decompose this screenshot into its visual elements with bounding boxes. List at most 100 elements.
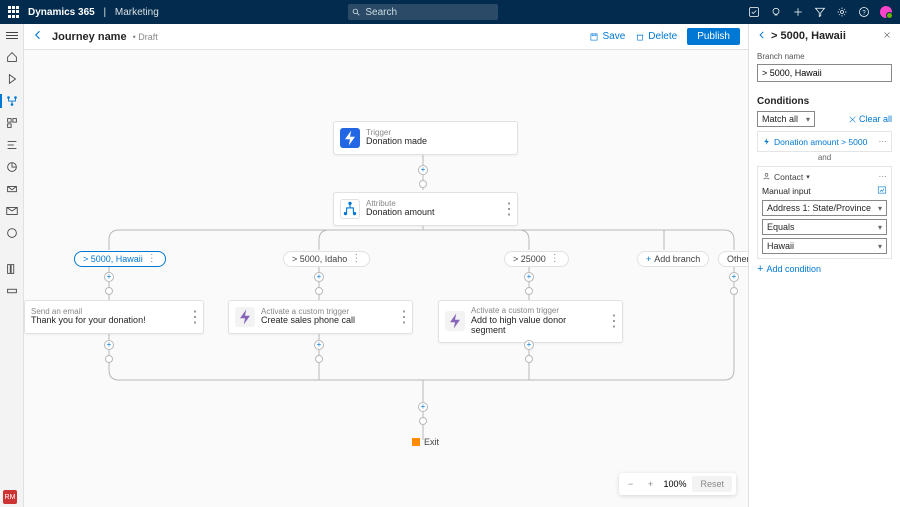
search-placeholder: Search — [365, 7, 397, 18]
nav-hamburger-icon[interactable] — [5, 28, 19, 42]
switch-input-mode-icon[interactable] — [877, 185, 887, 197]
condition-operator-dropdown[interactable]: Equals▾ — [762, 219, 887, 235]
record-status-chip: • Draft — [133, 32, 158, 42]
match-type-dropdown[interactable]: Match all▾ — [757, 111, 815, 127]
condition-more-icon[interactable]: ⋯ — [879, 171, 888, 182]
action-node-trigger-2[interactable]: Activate a custom triggerAdd to high val… — [438, 300, 623, 343]
zoom-in-button[interactable]: + — [643, 479, 657, 489]
branch-name-label: Branch name — [757, 52, 892, 61]
connector-end-dot — [315, 287, 323, 295]
connector-end-dot — [525, 355, 533, 363]
connector-end-dot — [419, 417, 427, 425]
add-step-button[interactable]: + — [729, 272, 739, 282]
add-step-button[interactable]: + — [524, 340, 534, 350]
node-more-icon[interactable]: ⋮ — [501, 199, 511, 219]
add-step-button[interactable]: + — [524, 272, 534, 282]
page-title: Journey name — [52, 31, 127, 43]
flow-connectors — [24, 50, 748, 507]
branch-name-input[interactable] — [757, 64, 892, 82]
condition-field-dropdown[interactable]: Address 1: State/Province▾ — [762, 200, 887, 216]
contact-icon — [762, 172, 771, 181]
branch-chip-other[interactable]: Other — [718, 251, 748, 267]
save-button[interactable]: Save — [589, 31, 625, 42]
global-top-bar: Dynamics 365 | Marketing Search ? — [0, 0, 900, 24]
exit-node: Exit — [412, 437, 439, 447]
add-branch-button[interactable]: +Add branch — [637, 251, 709, 267]
zoom-control: − + 100% Reset — [619, 473, 736, 495]
journey-canvas[interactable]: TriggerDonation made + AttributeDonation… — [24, 50, 748, 507]
branch-chip-3[interactable]: > 25000⋮ — [504, 251, 569, 267]
assist-icon[interactable] — [748, 6, 760, 18]
add-step-button[interactable]: + — [314, 272, 324, 282]
chevron-down-icon: ▾ — [878, 223, 882, 232]
back-button[interactable] — [32, 29, 44, 44]
trigger-node[interactable]: TriggerDonation made — [333, 121, 518, 155]
function-icon — [762, 137, 771, 146]
add-step-button[interactable]: + — [418, 402, 428, 412]
global-search-input[interactable]: Search — [348, 4, 498, 20]
chevron-down-icon: ▾ — [806, 173, 810, 181]
chevron-down-icon: ▾ — [878, 242, 882, 251]
action-node-trigger-1[interactable]: Activate a custom triggerCreate sales ph… — [228, 300, 413, 334]
app-launcher-icon[interactable] — [8, 6, 20, 18]
connector-end-dot — [105, 287, 113, 295]
panel-title: > 5000, Hawaii — [771, 30, 878, 42]
app-name: Dynamics 365 — [28, 7, 95, 18]
branch-chip-2[interactable]: > 5000, Idaho⋮ — [283, 251, 370, 267]
condition-group-1: Donation amount > 5000 ⋯ — [757, 131, 892, 152]
nav-more-icon[interactable] — [5, 284, 19, 298]
flag-icon — [412, 438, 420, 446]
add-step-button[interactable]: + — [314, 340, 324, 350]
nav-home-icon[interactable] — [5, 50, 19, 64]
connector-end-dot — [730, 287, 738, 295]
branch-icon — [340, 199, 360, 219]
node-more-icon[interactable]: ⋮ — [396, 307, 406, 327]
nav-analytics-icon[interactable] — [5, 160, 19, 174]
zoom-reset-button[interactable]: Reset — [692, 476, 732, 492]
chevron-down-icon: ▾ — [878, 204, 882, 213]
condition-value-dropdown[interactable]: Hawaii▾ — [762, 238, 887, 254]
nav-channel-icon[interactable] — [5, 182, 19, 196]
plus-icon[interactable] — [792, 6, 804, 18]
delete-button[interactable]: Delete — [635, 31, 677, 42]
help-icon[interactable]: ? — [858, 6, 870, 18]
app-area: Marketing — [115, 7, 159, 18]
lightning-icon — [340, 128, 360, 148]
nav-journeys-icon[interactable] — [5, 94, 19, 108]
panel-back-button[interactable] — [757, 30, 767, 42]
user-avatar[interactable] — [880, 6, 892, 18]
page-header: Journey name • Draft Save Delete Publish — [24, 24, 748, 50]
branch-chip-1[interactable]: > 5000, Hawaii⋮ — [74, 251, 166, 267]
add-step-button[interactable]: + — [104, 272, 114, 282]
settings-icon[interactable] — [836, 6, 848, 18]
lightbulb-icon[interactable] — [770, 6, 782, 18]
publish-button[interactable]: Publish — [687, 28, 740, 45]
and-label: and — [757, 153, 892, 162]
action-node-email[interactable]: Send an emailThank you for your donation… — [24, 300, 204, 334]
contact-label[interactable]: Contact — [774, 172, 803, 182]
zoom-out-button[interactable]: − — [623, 479, 637, 489]
trigger-icon — [235, 307, 255, 327]
condition-more-icon[interactable]: ⋯ — [879, 136, 888, 147]
add-step-button[interactable]: + — [104, 340, 114, 350]
nav-play-icon[interactable] — [5, 72, 19, 86]
condition-1-text[interactable]: Donation amount > 5000 — [774, 137, 867, 147]
nav-assets-icon[interactable] — [5, 226, 19, 240]
nav-email-icon[interactable] — [5, 204, 19, 218]
attribute-branch-node[interactable]: AttributeDonation amount ⋮ — [333, 192, 518, 226]
clear-all-button[interactable]: Clear all — [848, 114, 892, 124]
trigger-icon — [445, 311, 465, 331]
nav-library-icon[interactable] — [5, 262, 19, 276]
filter-icon[interactable] — [814, 6, 826, 18]
properties-panel: > 5000, Hawaii Branch name Conditions Ma… — [748, 24, 900, 507]
connector-end-dot — [105, 355, 113, 363]
condition-group-2: Contact ▾ ⋯ Manual input Address 1: Stat… — [757, 166, 892, 259]
add-condition-button[interactable]: +Add condition — [757, 263, 892, 275]
panel-close-button[interactable] — [882, 30, 892, 42]
nav-tasks-icon[interactable] — [5, 138, 19, 152]
add-step-button[interactable]: + — [418, 165, 428, 175]
svg-text:?: ? — [862, 10, 866, 16]
nav-segments-icon[interactable] — [5, 116, 19, 130]
node-more-icon[interactable]: ⋮ — [606, 311, 616, 331]
node-more-icon[interactable]: ⋮ — [187, 307, 197, 327]
